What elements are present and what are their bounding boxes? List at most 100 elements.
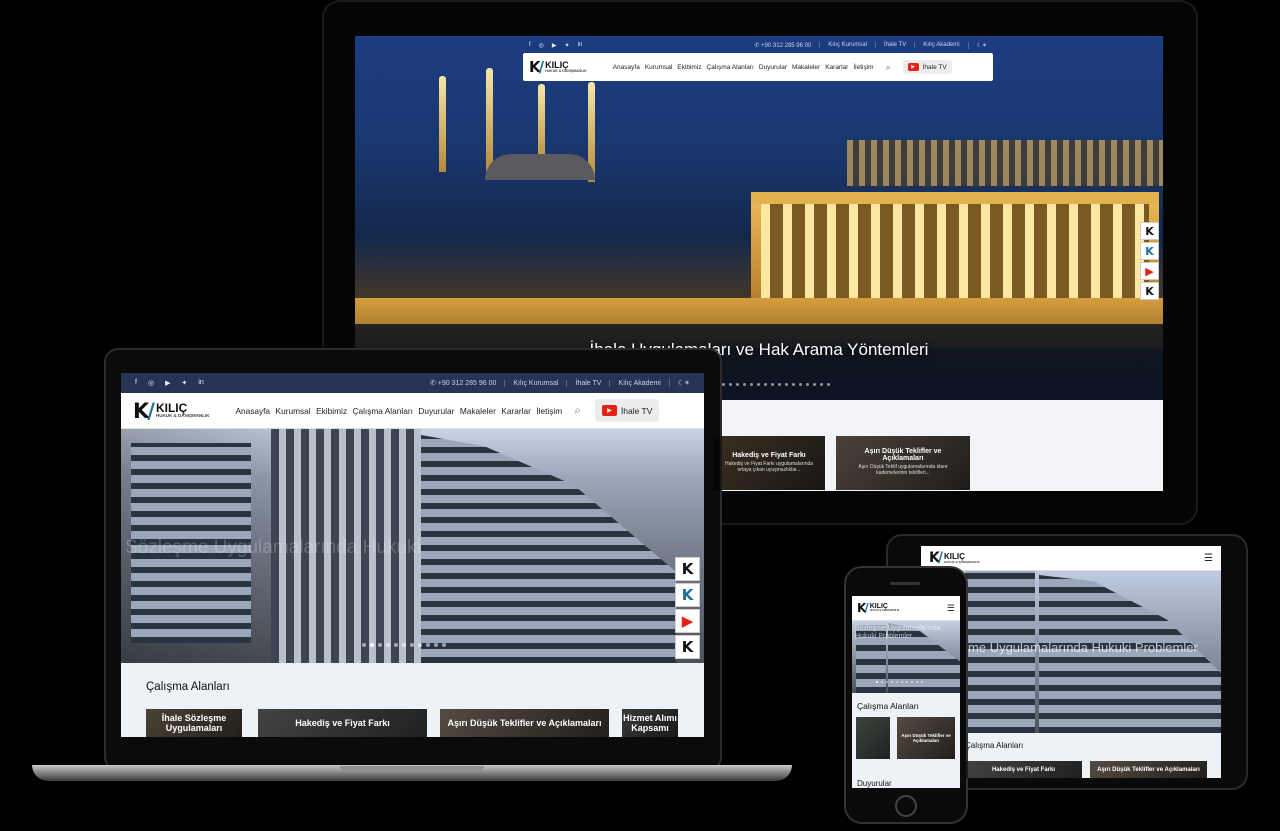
kilic-kurumsal-icon[interactable]: K — [675, 557, 700, 581]
topbar-link-ihale-tv[interactable]: İhale TV — [874, 42, 914, 48]
ihale-tv-label: İhale TV — [620, 405, 653, 416]
mosque-dome — [485, 154, 595, 180]
work-area-card[interactable]: Aşırı Düşük Teklifler ve Açıklamaları — [1090, 761, 1207, 778]
work-area-card[interactable]: Aşırı Düşük Teklifler ve Açıklamaları Aş… — [836, 436, 970, 490]
work-area-card[interactable]: Aşırı Düşük Teklifler ve Açıklamaları — [897, 717, 955, 759]
work-area-card[interactable]: Hakediş ve Fiyat Farkı — [965, 761, 1082, 778]
section-title: Çalışma Alanları — [965, 741, 1024, 750]
menu-item-iletisim[interactable]: İletişim — [536, 406, 562, 416]
twitter-icon[interactable]: ✦ — [565, 42, 570, 49]
search-icon[interactable]: ⌕ — [886, 62, 891, 73]
hamburger-menu-icon[interactable]: ☰ — [1204, 553, 1213, 564]
desktop-navbar: K/ KILIÇ HUKUK & DANIŞMANLIK Anasayfa Ku… — [523, 53, 993, 81]
topbar-link-kurumsal[interactable]: Kılıç Kurumsal — [504, 379, 566, 387]
work-areas-section: Çalışma Alanları Aşırı Düşük Teklifler v… — [852, 693, 960, 788]
logo-tagline: HUKUK & DANIŞMANLIK — [155, 413, 210, 419]
card-title: Aşırı Düşük Teklifler ve Açıklamaları — [901, 733, 951, 743]
youtube-icon[interactable]: ▶ — [1140, 262, 1159, 280]
menu-item-ekibimiz[interactable]: Ekibimiz — [677, 64, 701, 71]
section-title: Çalışma Alanları — [857, 701, 919, 711]
building-image — [421, 435, 676, 663]
topbar-link-akademi[interactable]: Kılıç Akademi — [914, 42, 967, 48]
twitter-icon[interactable]: ✦ — [181, 379, 187, 387]
slider-dots[interactable] — [876, 681, 923, 683]
laptop-topbar: f ◎ ▶ ✦ in ✆ +90 312 285 96 00 Kılıç Kur… — [121, 373, 704, 393]
youtube-icon[interactable]: ▶ — [675, 609, 700, 633]
card-title: Hakediş ve Fiyat Farkı — [295, 718, 390, 728]
linkedin-icon[interactable]: in — [578, 42, 583, 49]
menu-item-calisma-alanlari[interactable]: Çalışma Alanları — [352, 406, 412, 416]
hero-title: Sözleşme Uygulamalarında Hukuki — [125, 537, 421, 558]
flag-icon[interactable]: ☾✶ — [967, 41, 995, 49]
kilic-icon[interactable]: K — [675, 635, 700, 659]
desktop-hero-slider: İhale Uygulamaları ve Hak Arama Yöntemle… — [355, 36, 1163, 400]
facebook-icon[interactable]: f — [529, 42, 531, 49]
work-area-card[interactable]: Aşırı Düşük Teklifler ve Açıklamaları — [440, 709, 609, 737]
phone-hero-slider: Sözleşme Uygulamalarında Hukuki Probleml… — [852, 621, 960, 693]
tablet-navbar: K/ KILIÇ HUKUK & DANIŞMANLIK ☰ — [921, 546, 1221, 571]
youtube-icon: ▶ — [601, 405, 617, 416]
menu-item-kararlar[interactable]: Kararlar — [825, 64, 848, 71]
kilic-akademi-icon[interactable]: K — [1140, 242, 1159, 260]
social-links: f ◎ ▶ ✦ in — [135, 379, 204, 387]
search-icon[interactable]: ⌕ — [574, 403, 581, 418]
logo[interactable]: K/ KILIÇ HUKUK & DANIŞMANLIK — [929, 550, 980, 566]
ihale-tv-button[interactable]: ▶ İhale TV — [594, 399, 660, 422]
card-title: Hakediş ve Fiyat Farkı — [732, 451, 806, 459]
ihale-tv-button[interactable]: ▶ İhale TV — [902, 60, 952, 74]
card-desc: Aşırı Düşük Teklif uygulamalarında idare… — [858, 464, 948, 476]
menu-item-iletisim[interactable]: İletişim — [853, 64, 873, 71]
topbar-link-akademi[interactable]: Kılıç Akademi — [609, 379, 668, 387]
kilic-kurumsal-icon[interactable]: K — [1140, 222, 1159, 240]
youtube-icon[interactable]: ▶ — [552, 42, 557, 49]
desktop-topbar: f ◎ ▶ ✦ in ✆ +90 312 285 96 00 Kılıç Kur… — [523, 38, 995, 52]
work-area-card[interactable]: Hakediş ve Fiyat Farkı Hakediş ve Fiyat … — [713, 436, 825, 490]
card-desc: Hakediş ve Fiyat Farkı uygulamalarında o… — [724, 460, 814, 473]
instagram-icon[interactable]: ◎ — [539, 42, 544, 49]
card-title: Aşırı Düşük Teklifler ve Açıklamaları — [1097, 766, 1200, 773]
slider-dots[interactable] — [362, 643, 446, 647]
laptop-navbar: K/ KILIÇ HUKUK & DANIŞMANLIK Anasayfa Ku… — [121, 393, 704, 429]
phone-speaker — [890, 582, 920, 585]
kilic-icon[interactable]: K — [1140, 282, 1159, 300]
section-title-duyurular: Duyurular — [857, 779, 892, 788]
minaret — [486, 68, 493, 172]
logo[interactable]: K/ KILIÇ HUKUK & DANIŞMANLIK — [857, 601, 899, 615]
menu-item-kurumsal[interactable]: Kurumsal — [276, 406, 311, 416]
topbar-link-ihale-tv[interactable]: İhale TV — [566, 379, 609, 387]
card-title: Hizmet Alımı Kapsamı — [623, 713, 677, 733]
logo-tagline: HUKUK & DANIŞMANLIK — [545, 68, 587, 73]
minaret — [439, 76, 446, 172]
logo-mark-icon: K/ — [929, 550, 943, 566]
linkedin-icon[interactable]: in — [198, 379, 203, 387]
menu-item-anasayfa[interactable]: Anasayfa — [613, 64, 640, 71]
menu-item-makaleler[interactable]: Makaleler — [792, 64, 820, 71]
work-area-card[interactable]: Hizmet Alımı Kapsamı — [622, 709, 678, 737]
work-area-card[interactable]: Hakediş ve Fiyat Farkı — [258, 709, 427, 737]
menu-item-kurumsal[interactable]: Kurumsal — [645, 64, 672, 71]
menu-item-duyurular[interactable]: Duyurular — [418, 406, 454, 416]
menu-item-anasayfa[interactable]: Anasayfa — [235, 406, 270, 416]
logo-mark-icon: K/ — [529, 58, 544, 76]
instagram-icon[interactable]: ◎ — [148, 379, 154, 387]
topbar-link-kurumsal[interactable]: Kılıç Kurumsal — [819, 42, 875, 48]
logo[interactable]: K/ KILIÇ HUKUK & DANIŞMANLIK — [133, 399, 209, 423]
menu-item-makaleler[interactable]: Makaleler — [460, 406, 496, 416]
main-menu: Anasayfa Kurumsal Ekibimiz Çalışma Alanl… — [235, 406, 562, 416]
kilic-akademi-icon[interactable]: K — [675, 583, 700, 607]
work-area-card[interactable]: İhale Sözleşme Uygulamaları — [146, 709, 242, 737]
menu-item-duyurular[interactable]: Duyurular — [759, 64, 787, 71]
menu-item-kararlar[interactable]: Kararlar — [501, 406, 531, 416]
flag-icon[interactable]: ☾✶ — [668, 379, 698, 387]
youtube-icon[interactable]: ▶ — [165, 379, 170, 387]
facebook-icon[interactable]: f — [135, 379, 137, 387]
card-title: İhale Sözleşme Uygulamaları — [161, 713, 227, 733]
phone-link[interactable]: ✆ +90 312 285 96 00 — [746, 42, 819, 49]
work-area-card[interactable] — [856, 717, 890, 759]
hamburger-menu-icon[interactable]: ☰ — [947, 603, 955, 614]
menu-item-calisma-alanlari[interactable]: Çalışma Alanları — [707, 64, 754, 71]
phone-link[interactable]: ✆ +90 312 285 96 00 — [422, 379, 504, 387]
logo[interactable]: K/ KILIÇ HUKUK & DANIŞMANLIK — [529, 58, 587, 76]
mausoleum-image — [751, 192, 1159, 302]
menu-item-ekibimiz[interactable]: Ekibimiz — [316, 406, 347, 416]
